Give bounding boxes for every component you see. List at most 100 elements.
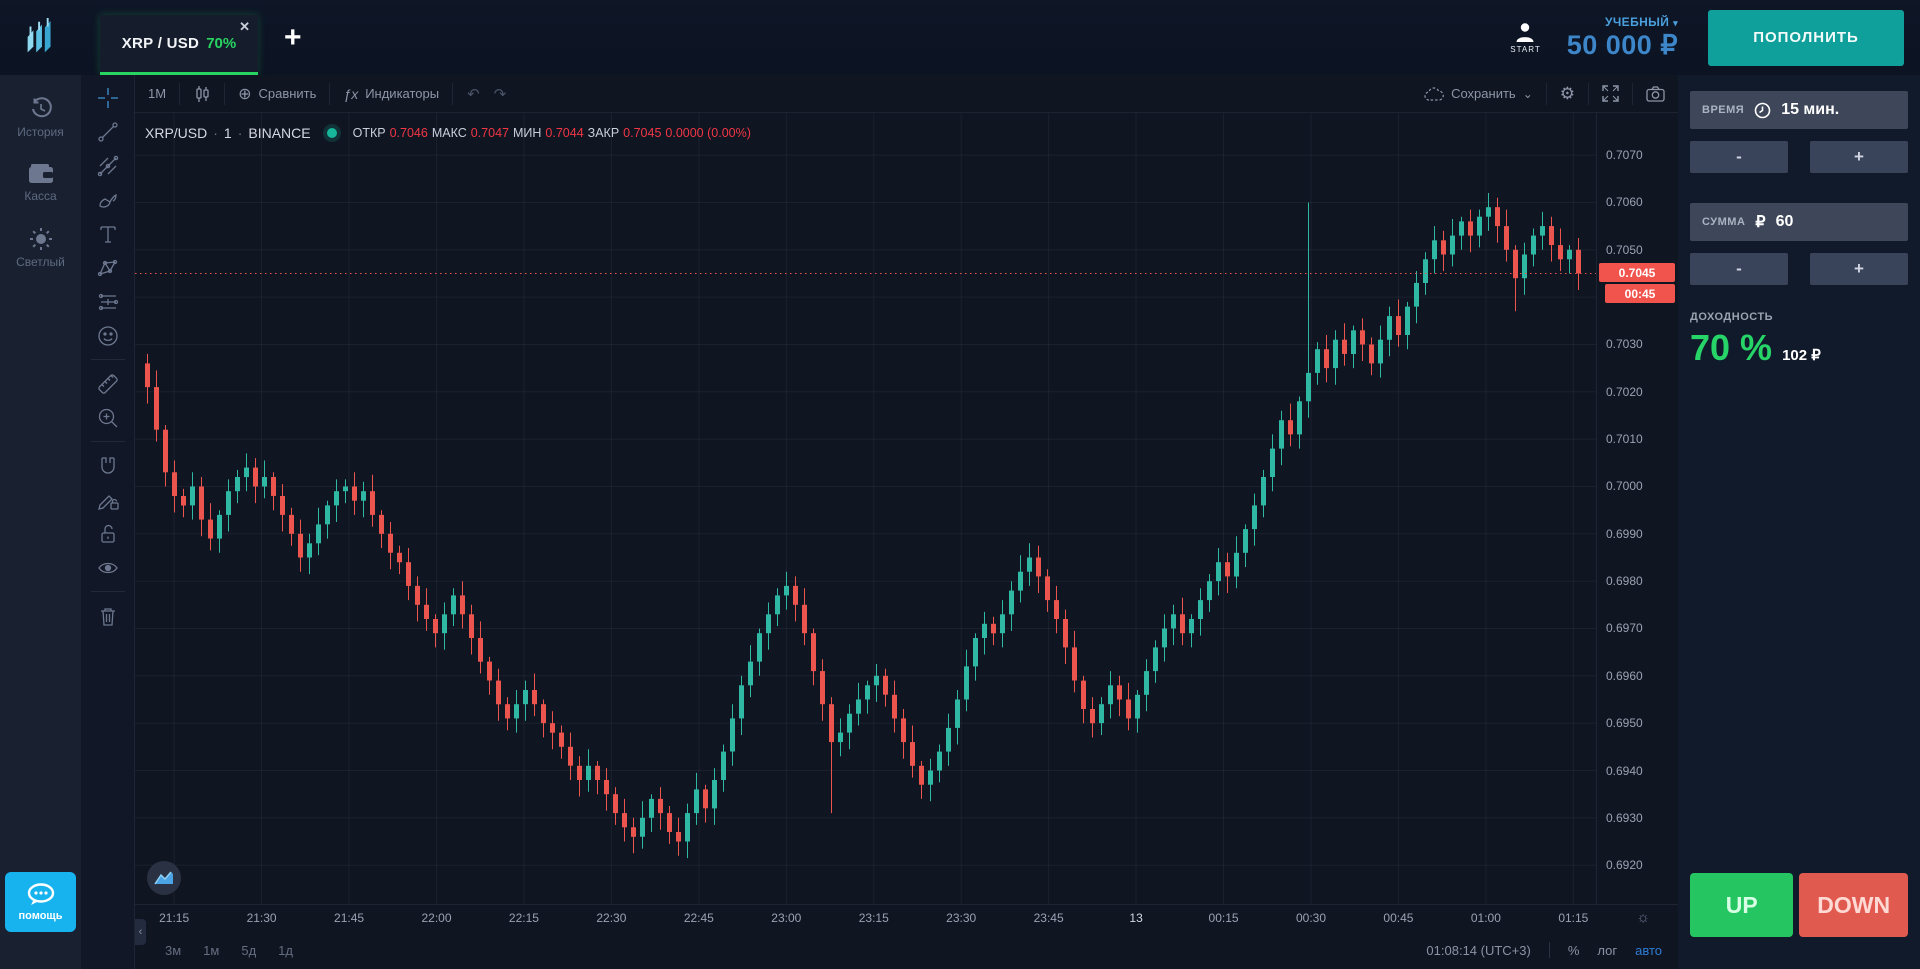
brand-logo[interactable] — [0, 0, 81, 75]
range-5d-button[interactable]: 5д — [241, 943, 256, 958]
help-button[interactable]: помощь — [5, 872, 76, 932]
collapse-panel-handle[interactable]: ‹ — [135, 919, 146, 945]
chart-area: 1М ⊕ Сравнить ƒx Индикаторы ↶ ↷ — [135, 75, 1678, 969]
sidebar-item-theme-light[interactable]: Светлый — [0, 227, 81, 269]
time-tick-label: 01:00 — [1471, 911, 1501, 925]
indicators-button[interactable]: ƒx Индикаторы — [330, 75, 452, 112]
payout-line: 70 % 102 ₽ — [1690, 327, 1908, 369]
percent-scale-button[interactable]: % — [1568, 943, 1580, 958]
stay-in-drawing-mode-tool[interactable] — [91, 487, 125, 512]
time-value: 15 мин. — [1781, 101, 1839, 119]
sidebar-item-label: Светлый — [16, 255, 65, 269]
asset-tab-xrp-usd[interactable]: XRP / USD 70% ✕ — [100, 15, 258, 75]
candlestick-chart[interactable] — [135, 113, 1596, 904]
toolbar-divider — [91, 441, 125, 442]
spacer — [1690, 173, 1908, 203]
range-1m-button[interactable]: 1м — [203, 943, 219, 958]
time-stepper: - + — [1690, 141, 1908, 173]
add-tab-button[interactable]: + — [284, 23, 302, 53]
prediction-tool[interactable] — [91, 289, 125, 314]
undo-icon[interactable]: ↶ — [467, 85, 480, 103]
time-tick-label: 22:30 — [596, 911, 626, 925]
payout-amount: 102 ₽ — [1782, 346, 1821, 364]
chart-settings-button[interactable]: ⚙ — [1547, 75, 1588, 112]
deposit-button[interactable]: ПОПОЛНИТЬ — [1708, 10, 1904, 66]
sidebar-item-cashier[interactable]: Касса — [0, 163, 81, 203]
logo-bars-icon — [20, 16, 62, 60]
time-tick-label: 21:15 — [159, 911, 189, 925]
time-label: ВРЕМЯ — [1702, 104, 1744, 116]
amount-label: СУММА — [1702, 216, 1745, 228]
time-axis[interactable]: ☼ 21:1521:3021:4522:0022:1522:3022:4523:… — [135, 904, 1678, 931]
chart-style-button[interactable] — [180, 75, 224, 112]
range-3m-button[interactable]: 3м — [165, 943, 181, 958]
start-label: START — [1510, 45, 1540, 54]
screenshot-button[interactable] — [1633, 75, 1678, 112]
brush-tool[interactable] — [91, 187, 125, 212]
price-axis[interactable]: 0.7045 00:45 0.70700.70600.70500.70300.7… — [1596, 113, 1678, 904]
crosshair-tool[interactable] — [91, 85, 125, 110]
expiry-time-field[interactable]: ВРЕМЯ 15 мин. — [1690, 91, 1908, 129]
tab-payout: 70% — [206, 35, 236, 52]
chart-bottom-bar: 3м 1м 5д 1д 01:08:14 (UTC+3) % лог авто — [135, 931, 1678, 969]
compare-button[interactable]: ⊕ Сравнить — [225, 75, 329, 112]
fx-icon: ƒx — [343, 86, 358, 102]
history-icon — [29, 97, 53, 121]
zoom-in-tool[interactable] — [91, 405, 125, 430]
emoji-tool[interactable] — [91, 323, 125, 348]
time-tick-label: 00:30 — [1296, 911, 1326, 925]
up-trade-button[interactable]: UP — [1690, 873, 1793, 937]
range-1d-button[interactable]: 1д — [278, 943, 293, 958]
compare-icon: ⊕ — [238, 84, 251, 104]
measure-ruler-tool[interactable] — [91, 371, 125, 396]
price-tick-label: 0.6960 — [1606, 669, 1643, 683]
amount-minus-button[interactable]: - — [1690, 253, 1788, 285]
chat-bubble-icon — [26, 883, 56, 907]
time-tick-label: 22:00 — [421, 911, 451, 925]
tab-close-icon[interactable]: ✕ — [239, 20, 250, 33]
time-minus-button[interactable]: - — [1690, 141, 1788, 173]
redo-icon[interactable]: ↷ — [494, 85, 507, 103]
chart-maximize-button[interactable] — [147, 861, 181, 895]
save-layout-button[interactable]: Сохранить ⌄ — [1411, 75, 1546, 112]
time-tick-label: 21:45 — [334, 911, 364, 925]
time-plus-button[interactable]: + — [1810, 141, 1908, 173]
xabcd-pattern-tool[interactable] — [91, 255, 125, 280]
interval-button[interactable]: 1М — [135, 75, 179, 112]
theme-sun-icon[interactable]: ☼ — [1636, 909, 1650, 926]
lock-drawings-tool[interactable] — [91, 521, 125, 546]
candlestick-plot[interactable]: XRP/USD · 1 · BINANCE ОТКР0.7046 МАКС0.7… — [135, 113, 1596, 904]
account-balance: 50 000 ₽ — [1567, 30, 1678, 61]
log-scale-button[interactable]: лог — [1597, 943, 1617, 958]
chart-legend: XRP/USD · 1 · BINANCE ОТКР0.7046 МАКС0.7… — [145, 125, 751, 141]
trend-line-tool[interactable] — [91, 119, 125, 144]
legend-symbol[interactable]: XRP/USD — [145, 125, 207, 141]
time-tick-label: 00:45 — [1383, 911, 1413, 925]
fullscreen-button[interactable] — [1589, 75, 1632, 112]
chevron-down-icon: ▾ — [1673, 18, 1678, 28]
legend-interval: 1 — [224, 125, 232, 141]
time-tick-label: 13 — [1129, 911, 1142, 925]
auto-scale-button[interactable]: авто — [1635, 943, 1662, 958]
gann-fibonacci-tool[interactable] — [91, 153, 125, 178]
down-trade-button[interactable]: DOWN — [1799, 873, 1908, 937]
amount-plus-button[interactable]: + — [1810, 253, 1908, 285]
candles-icon — [193, 85, 211, 103]
range-buttons: 3м 1м 5д 1д — [135, 943, 293, 958]
magnet-mode-tool[interactable] — [91, 453, 125, 478]
sidebar-item-history[interactable]: История — [0, 97, 81, 139]
hide-drawings-eye-tool[interactable] — [91, 555, 125, 580]
chevron-down-icon: ⌄ — [1523, 87, 1533, 101]
account-switcher[interactable]: УЧЕБНЫЙ ▾ 50 000 ₽ — [1567, 15, 1678, 61]
cloud-icon — [1424, 87, 1444, 101]
fullscreen-icon — [1602, 85, 1619, 102]
start-tour-button[interactable]: START — [1510, 21, 1540, 54]
session-clock[interactable]: 01:08:14 (UTC+3) — [1426, 943, 1530, 958]
text-tool[interactable] — [91, 221, 125, 246]
time-tick-label: 00:15 — [1209, 911, 1239, 925]
amount-field[interactable]: СУММА ₽ 60 — [1690, 203, 1908, 241]
price-tick-label: 0.7000 — [1606, 479, 1643, 493]
remove-drawings-trash-tool[interactable] — [91, 603, 125, 628]
trade-panel: ВРЕМЯ 15 мин. - + СУММА ₽ 60 - + ДОХОДНО… — [1678, 75, 1920, 969]
expiry-countdown-badge: 00:45 — [1605, 284, 1675, 303]
